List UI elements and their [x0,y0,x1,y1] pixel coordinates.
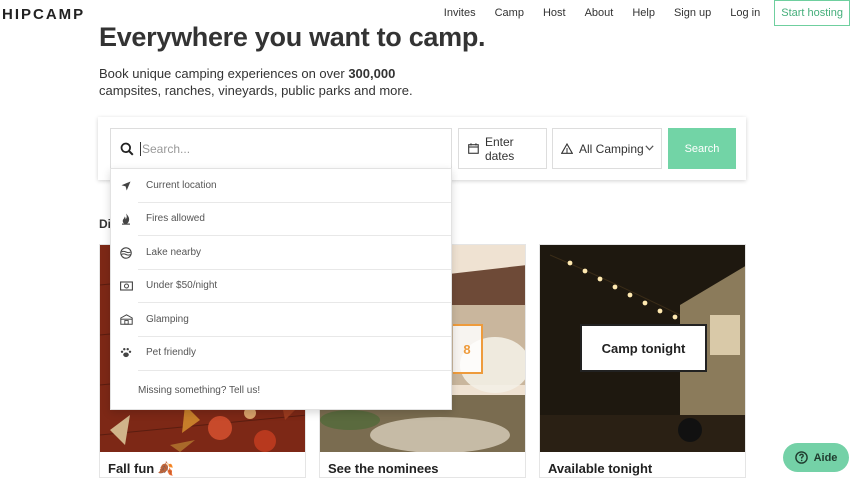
nominees-overlay-text: 8 [463,341,471,357]
suggestion-fires-allowed[interactable]: Fires allowed [111,202,451,235]
search-icon [120,142,134,156]
suggestion-lake-nearby[interactable]: Lake nearby [111,236,451,269]
suggestion-label: Fires allowed [146,213,205,224]
search-box[interactable] [110,128,452,169]
suggestion-current-location[interactable]: Current location [111,169,451,202]
aide-label: Aide [813,451,838,464]
nav-camp[interactable]: Camp [495,7,524,19]
suggestion-under-50[interactable]: Under $50/night [111,269,451,302]
hipcamp-logo[interactable]: HIPCAMP [2,6,85,23]
tent-icon [561,143,573,154]
start-hosting-button[interactable]: Start hosting [774,0,850,26]
glamping-icon [119,313,133,327]
search-input[interactable] [140,141,430,156]
fire-icon [119,212,133,226]
nav-host[interactable]: Host [543,7,566,19]
suggestion-label: Under $50/night [146,280,218,291]
suggestion-label: Pet friendly [146,347,197,358]
aide-chat-button[interactable]: Aide [783,443,849,472]
nav-log-in[interactable]: Log in [730,7,760,19]
suggestion-pet-friendly[interactable]: Pet friendly [111,336,451,369]
camp-tonight-overlay: Camp tonight [580,324,707,372]
chevron-down-icon [645,145,654,151]
camping-type-select[interactable]: All Camping [552,128,662,169]
camp-tonight-overlay-text: Camp tonight [601,340,686,356]
suggestion-label: Lake nearby [146,247,202,258]
suggestion-label: Current location [146,180,217,191]
hero-subtitle: Book unique camping experiences on over … [99,65,419,99]
missing-something-link[interactable]: Missing something? Tell us! [138,385,260,396]
suggestion-label: Glamping [146,314,189,325]
hero-subtitle-count: 300,000 [348,66,396,81]
card-title: Fall fun 🍂 [108,461,175,476]
card-tonight[interactable]: Camp tonight Available tonight [539,244,746,478]
nav-invites[interactable]: Invites [444,7,476,19]
search-suggestions-dropdown: Current location Fires allowed Lake near… [110,168,452,410]
paw-icon [119,346,133,360]
hero-subtitle-post: campsites, ranches, vineyards, public pa… [99,83,413,98]
suggestion-glamping[interactable]: Glamping [111,303,451,336]
camping-type-label: All Camping [579,141,644,156]
date-picker-label: Enter dates [484,134,515,163]
search-button[interactable]: Search [668,128,736,169]
card-title: See the nominees [328,461,439,476]
nav-help[interactable]: Help [632,7,655,19]
date-picker[interactable]: Enter dates [458,128,547,169]
nav-sign-up[interactable]: Sign up [674,7,711,19]
location-arrow-icon [119,179,133,193]
nominees-overlay: 8 [453,324,483,374]
hero-title: Everywhere you want to camp. [99,22,486,52]
hero-subtitle-pre: Book unique camping experiences on over [99,66,349,81]
money-icon [119,279,133,293]
card-title: Available tonight [548,461,653,476]
tonight-image: Camp tonight [540,245,745,452]
calendar-icon [468,143,479,154]
divider [138,370,451,371]
help-circle-icon [794,451,808,464]
nav-about[interactable]: About [585,7,614,19]
lake-icon [119,246,133,260]
top-nav: Invites Camp Host About Help Sign up Log… [444,0,850,26]
